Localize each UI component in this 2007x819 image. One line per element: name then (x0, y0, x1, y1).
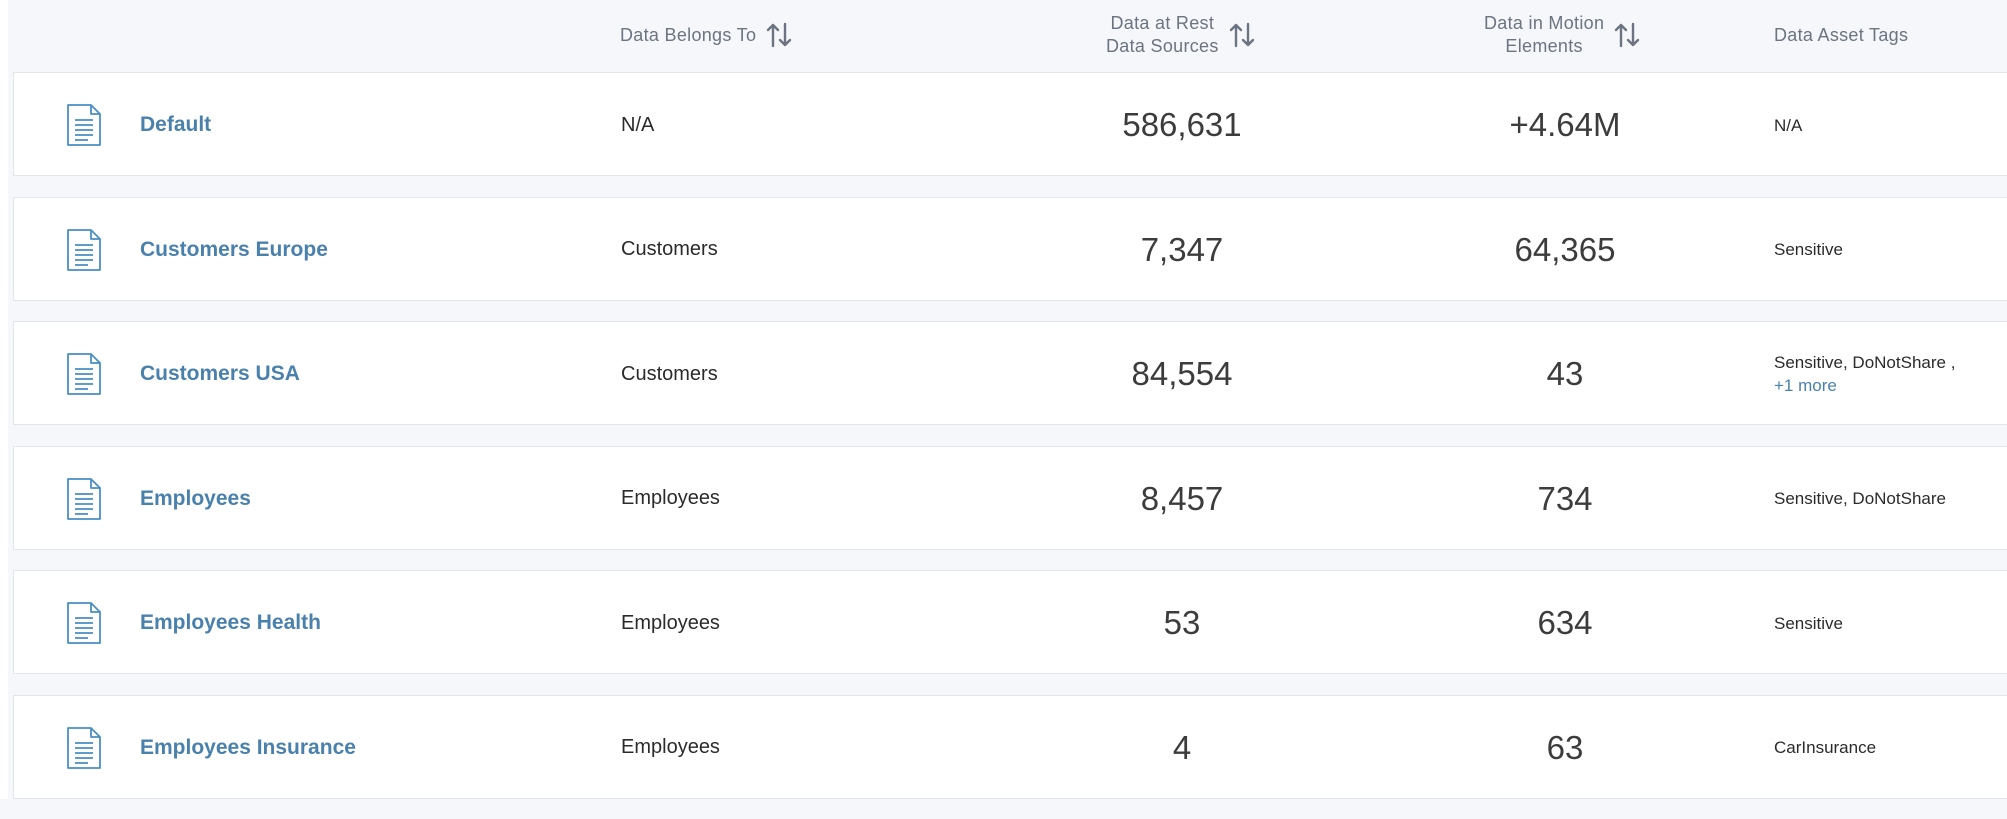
table-body: Default N/A 586,631 +4.64M N/A Customers… (13, 72, 2007, 819)
more-tags-link[interactable]: +1 more (1774, 374, 1955, 397)
data-at-rest-count: 586,631 (1122, 106, 1242, 143)
header-belongs-to[interactable]: Data Belongs To (620, 0, 794, 70)
document-icon (66, 726, 102, 770)
belongs-to-value: Employees (621, 736, 720, 758)
header-tags-label: Data Asset Tags (1774, 24, 1909, 45)
data-in-motion-count: 43 (1546, 355, 1584, 392)
table-row[interactable]: Default N/A 586,631 +4.64M N/A (13, 72, 2007, 176)
sort-arrows-icon[interactable] (1227, 20, 1257, 50)
data-in-motion-count: +4.64M (1509, 106, 1621, 143)
tags-value: Sensitive, DoNotShare (1774, 489, 1946, 508)
tags-value: CarInsurance (1774, 738, 1877, 757)
document-icon (66, 352, 102, 396)
data-asset-tags-cell: N/A (1774, 73, 1802, 177)
document-icon (66, 601, 102, 645)
data-asset-name-link[interactable]: Default (140, 73, 211, 177)
tags-value: Sensitive (1774, 240, 1843, 259)
data-asset-name-link[interactable]: Employees Insurance (140, 696, 356, 800)
data-in-motion-count: 64,365 (1514, 230, 1616, 268)
tags-value: N/A (1774, 115, 1803, 135)
data-in-motion-count: 63 (1546, 728, 1584, 766)
belongs-to-value: Customers (621, 362, 718, 385)
data-in-motion-count: 734 (1537, 479, 1593, 517)
header-at-rest-line2: Data Sources (1106, 36, 1219, 56)
belongs-to-value: Employees (621, 487, 720, 509)
data-at-rest-count: 8,457 (1140, 479, 1224, 517)
data-asset-name-link[interactable]: Employees (140, 447, 251, 551)
data-at-rest-count: 4 (1172, 728, 1192, 766)
table-header: Data Belongs To Data at Rest Data Source… (0, 0, 2007, 70)
belongs-to-value: Employees (621, 611, 720, 634)
document-icon (66, 228, 102, 272)
header-at-rest-line1: Data at Rest (1110, 13, 1215, 33)
header-data-asset-tags: Data Asset Tags (1774, 0, 1908, 70)
header-in-motion-line1: Data in Motion (1484, 13, 1605, 33)
table-row[interactable]: Employees Employees 8,457 734 Sensitive,… (13, 445, 2007, 551)
data-asset-name-link[interactable]: Customers Europe (140, 198, 328, 302)
sort-arrows-icon[interactable] (1612, 20, 1642, 50)
table-row[interactable]: Employees Insurance Employees 4 63 CarIn… (13, 694, 2007, 800)
table-row[interactable]: Customers Europe Customers 7,347 64,365 … (13, 196, 2007, 302)
document-icon (66, 477, 102, 521)
header-data-at-rest[interactable]: Data at Rest Data Sources (1106, 0, 1257, 70)
data-asset-name-link[interactable]: Customers USA (140, 322, 300, 426)
data-asset-tags-cell: CarInsurance (1774, 696, 1876, 800)
data-at-rest-count: 84,554 (1131, 355, 1233, 392)
table-row[interactable]: Employees Health Employees 53 634 Sensit… (13, 570, 2007, 674)
data-asset-tags-cell: Sensitive, DoNotShare (1774, 447, 1946, 551)
table-row[interactable]: Customers USA Customers 84,554 43 Sensit… (13, 321, 2007, 425)
document-icon (66, 103, 102, 147)
header-data-in-motion[interactable]: Data in Motion Elements (1484, 0, 1642, 70)
data-asset-name-link[interactable]: Employees Health (140, 571, 321, 675)
header-belongs-to-label: Data Belongs To (620, 24, 757, 45)
tags-value: Sensitive, DoNotShare , (1774, 353, 1956, 372)
data-asset-tags-cell: Sensitive (1774, 571, 1843, 675)
sort-arrows-icon[interactable] (764, 20, 794, 50)
tags-value: Sensitive (1774, 613, 1843, 633)
data-at-rest-count: 53 (1163, 604, 1201, 641)
left-edge (0, 0, 8, 799)
data-in-motion-count: 634 (1537, 604, 1593, 641)
header-in-motion-line2: Elements (1505, 36, 1583, 56)
data-at-rest-count: 7,347 (1140, 230, 1224, 268)
belongs-to-value: Customers (621, 238, 718, 260)
belongs-to-value: N/A (621, 113, 655, 136)
data-asset-tags-cell: Sensitive (1774, 198, 1843, 302)
data-asset-tags-cell: Sensitive, DoNotShare , +1 more (1774, 322, 1955, 426)
